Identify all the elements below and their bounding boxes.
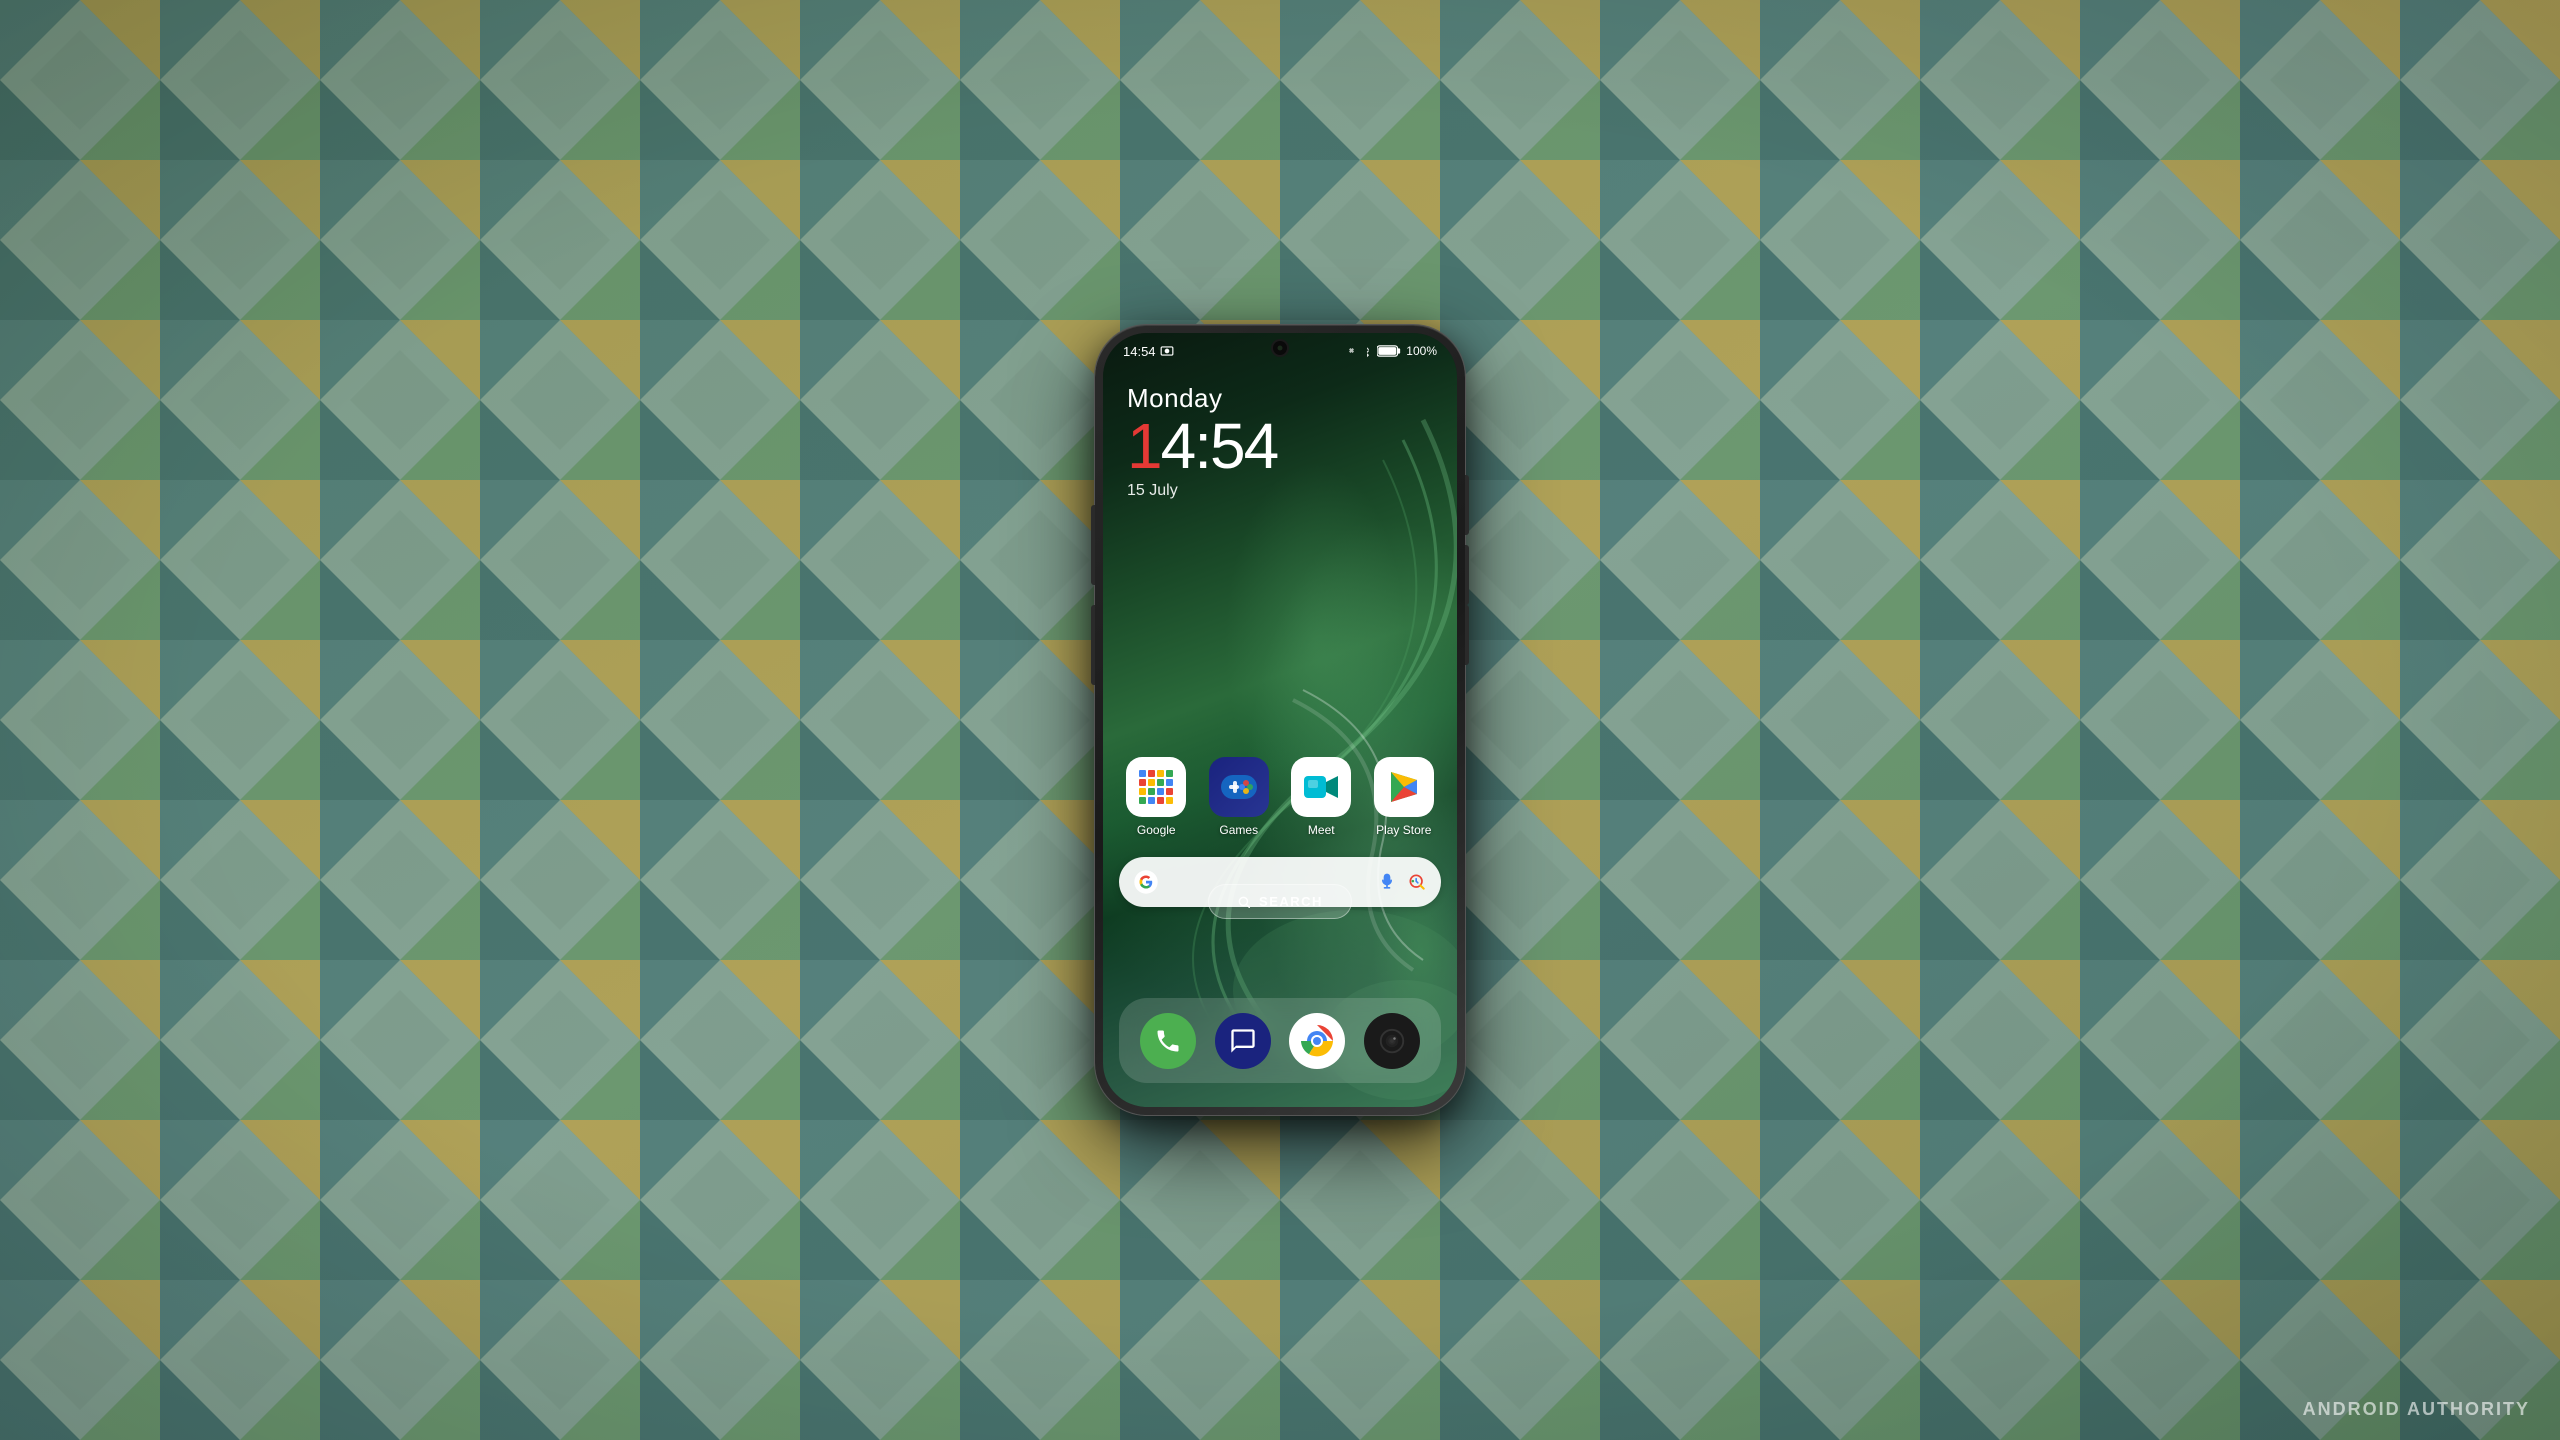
time-red-digit: 1 <box>1127 414 1161 478</box>
bluetooth-icon <box>1362 344 1372 358</box>
meet-icon-svg <box>1300 766 1342 808</box>
watermark: ANDROID AUTHORITY <box>2303 1399 2530 1420</box>
search-button-wrapper: SEARCH <box>1103 884 1457 919</box>
dock-phone[interactable] <box>1140 1013 1196 1069</box>
search-button[interactable]: SEARCH <box>1208 884 1352 919</box>
app-meet[interactable]: Meet <box>1284 757 1359 837</box>
playstore-app-icon <box>1374 757 1434 817</box>
status-right-icons: 100% <box>1345 344 1437 358</box>
screen-record-icon <box>1160 344 1174 358</box>
app-games[interactable]: Games <box>1202 757 1277 837</box>
date-label: 15 July <box>1127 482 1277 500</box>
google-grid-icon <box>1137 768 1175 806</box>
search-button-label: SEARCH <box>1259 894 1323 909</box>
phone-screen: 14:54 <box>1103 333 1457 1107</box>
battery-percent: 100% <box>1406 344 1437 358</box>
time-rest-digits: 4:54 <box>1161 414 1278 478</box>
camera-icon <box>1377 1026 1407 1056</box>
meet-app-icon <box>1291 757 1351 817</box>
app-grid: Google <box>1119 757 1441 837</box>
app-playstore[interactable]: Play Store <box>1367 757 1442 837</box>
chrome-icon <box>1299 1023 1335 1059</box>
google-app-icon <box>1126 757 1186 817</box>
dock-camera[interactable] <box>1364 1013 1420 1069</box>
datetime-area: Monday 1 4:54 15 July <box>1127 383 1277 500</box>
phone-icon <box>1154 1027 1182 1055</box>
camera-notch <box>1273 341 1287 355</box>
time-display-small: 14:54 <box>1123 344 1156 359</box>
dock-chrome[interactable] <box>1289 1013 1345 1069</box>
games-icon-svg <box>1219 767 1259 807</box>
dock-messages[interactable] <box>1215 1013 1271 1069</box>
search-icon <box>1237 895 1251 909</box>
playstore-icon-svg <box>1383 766 1425 808</box>
watermark-text: ANDROID AUTHORITY <box>2303 1399 2530 1419</box>
time-display-large: 1 4:54 <box>1127 414 1277 478</box>
games-app-icon <box>1209 757 1269 817</box>
playstore-app-label: Play Store <box>1376 823 1431 837</box>
app-google[interactable]: Google <box>1119 757 1194 837</box>
status-time: 14:54 <box>1123 344 1174 359</box>
games-app-label: Games <box>1219 823 1258 837</box>
messages-icon <box>1229 1027 1257 1055</box>
google-app-label: Google <box>1137 823 1176 837</box>
silent-icon <box>1345 345 1357 357</box>
dock <box>1119 998 1441 1083</box>
battery-icon <box>1377 345 1401 357</box>
phone-device: 14:54 <box>1095 325 1465 1115</box>
meet-app-label: Meet <box>1308 823 1335 837</box>
phone-body: 14:54 <box>1095 325 1465 1115</box>
